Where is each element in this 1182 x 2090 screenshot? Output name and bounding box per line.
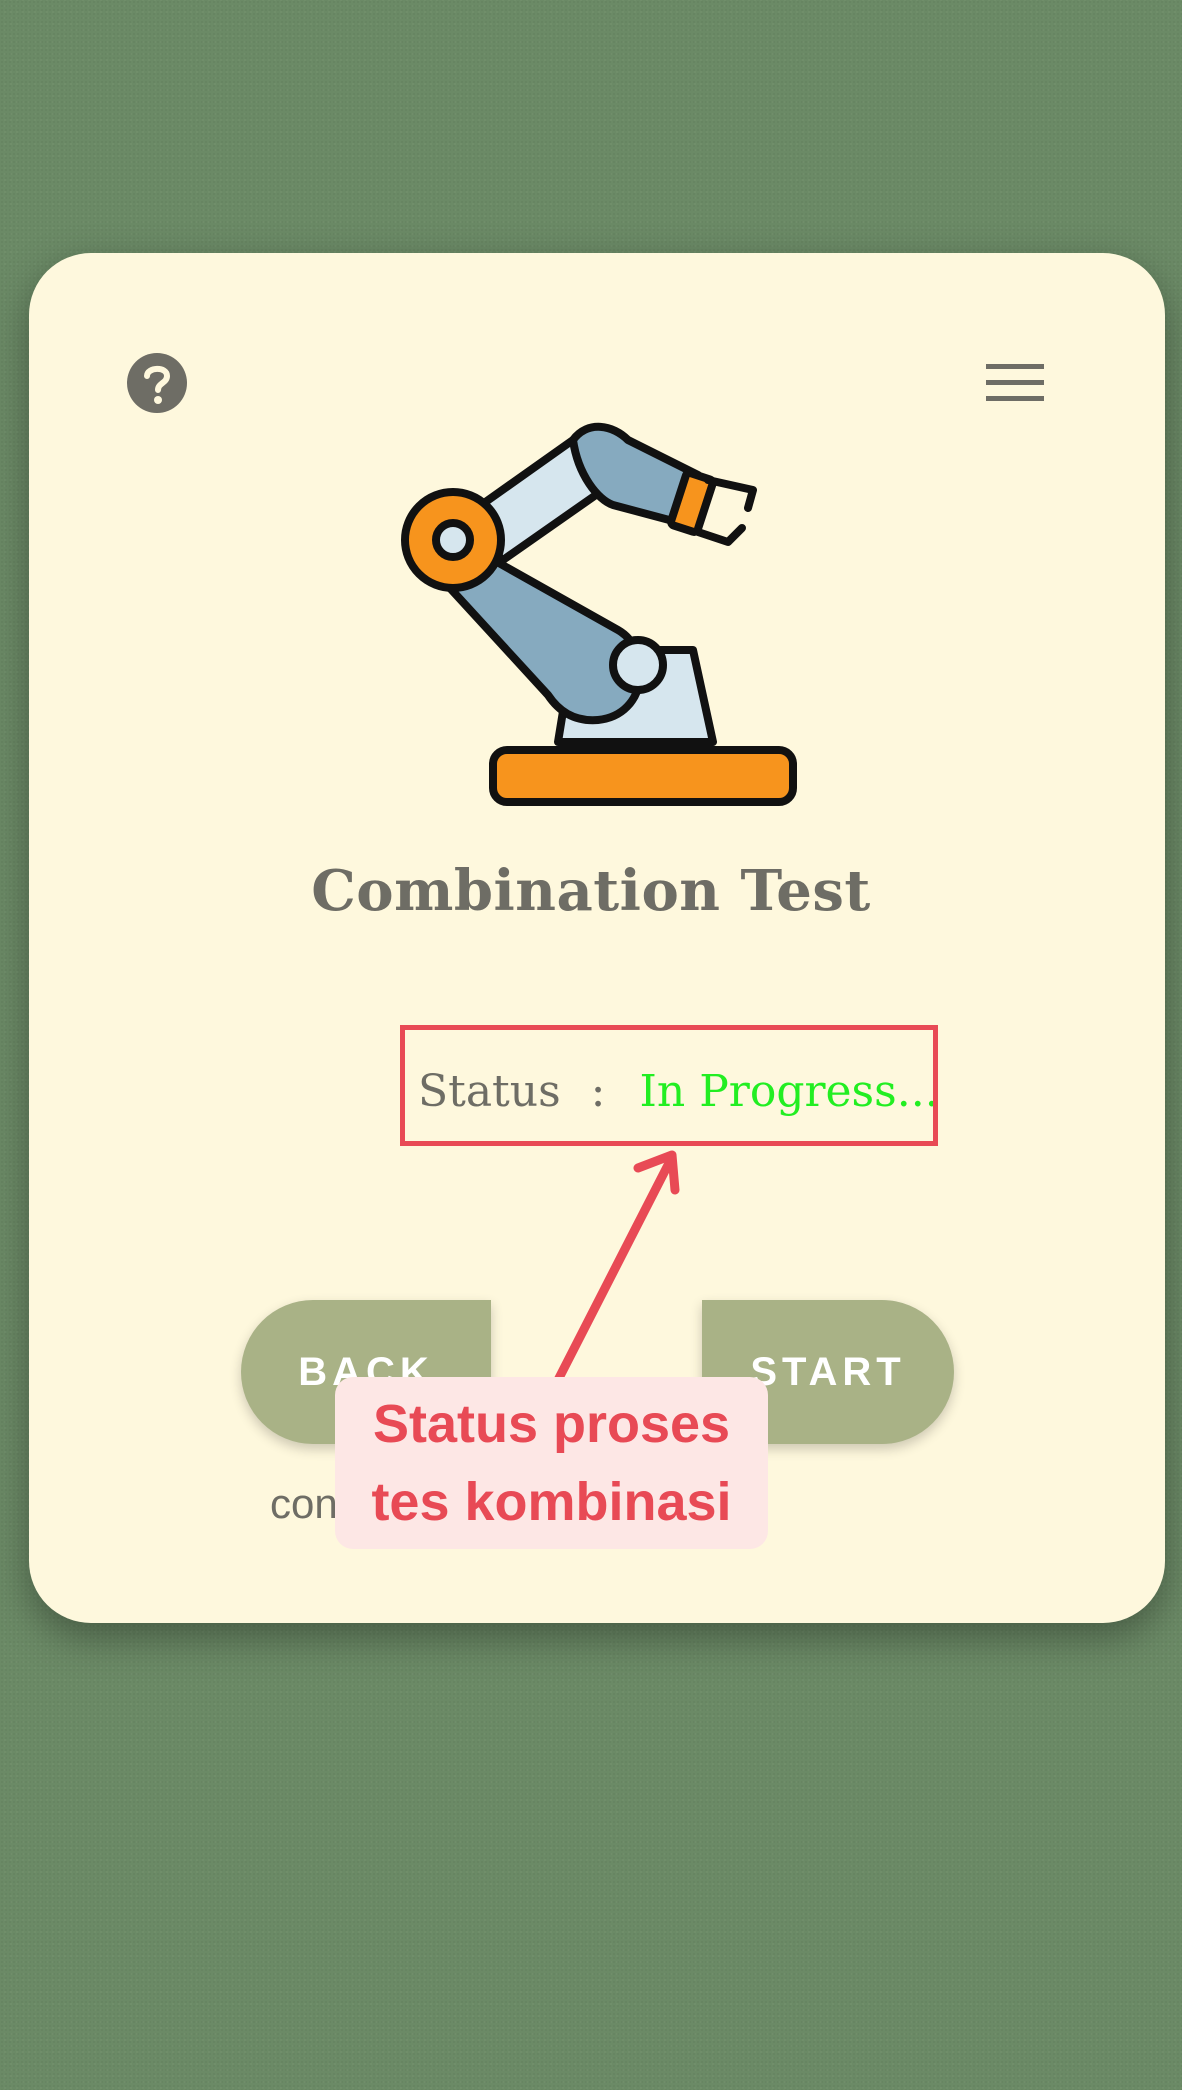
page-title: Combination Test: [311, 858, 871, 924]
annotation-highlight-box: [400, 1025, 938, 1146]
annotation-callout: Status proses tes kombinasi: [335, 1377, 768, 1549]
footer-text: con: [270, 1480, 338, 1527]
annotation-line-2: tes kombinasi: [371, 1472, 732, 1532]
hamburger-menu-icon[interactable]: [986, 362, 1044, 404]
robot-arm-icon: [401, 422, 797, 806]
help-icon[interactable]: [126, 352, 188, 414]
annotation-line-1: Status proses: [372, 1394, 731, 1454]
